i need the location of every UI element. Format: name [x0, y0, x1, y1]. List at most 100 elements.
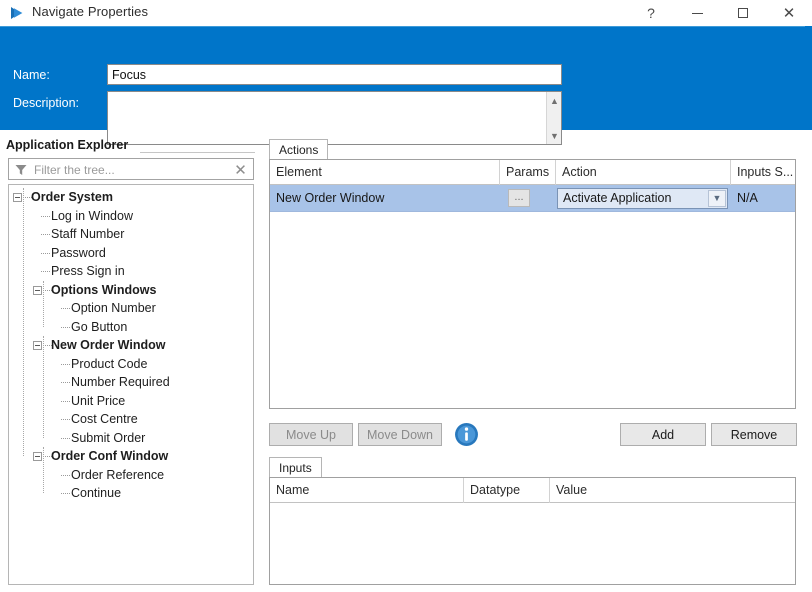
tree-item[interactable]: Order Reference: [9, 466, 253, 485]
tree-connector: [43, 336, 44, 438]
column-header[interactable]: Element: [270, 160, 500, 185]
navigate-properties-dialog: Navigate Properties ? ✕ Name: Descriptio…: [0, 0, 812, 592]
tree-connector: [43, 281, 44, 327]
actions-grid[interactable]: ElementParamsActionInputs S... New Order…: [269, 159, 796, 409]
tab-inputs[interactable]: Inputs: [269, 457, 322, 477]
description-field-wrapper: ▲ ▼: [107, 91, 562, 145]
tree-elbow: [61, 419, 70, 420]
tree-collapse-icon[interactable]: [33, 452, 42, 461]
tree-item[interactable]: Password: [9, 244, 253, 263]
maximize-button[interactable]: [720, 0, 766, 26]
tree-item[interactable]: Number Required: [9, 373, 253, 392]
scroll-down-icon[interactable]: ▼: [547, 128, 562, 143]
description-scrollbar[interactable]: ▲ ▼: [546, 92, 561, 144]
tree-item[interactable]: Options Windows: [9, 281, 253, 300]
column-header[interactable]: Inputs S...: [731, 160, 795, 185]
properties-header-band: Name: Description: ▲ ▼: [0, 26, 812, 130]
tree-item[interactable]: Go Button: [9, 318, 253, 337]
window-controls: ? ✕: [628, 0, 812, 26]
tree-item[interactable]: Unit Price: [9, 392, 253, 411]
column-header[interactable]: Action: [556, 160, 731, 185]
clear-filter-icon[interactable]: ✕: [232, 161, 249, 178]
tree-item[interactable]: Order System: [9, 188, 253, 207]
tree-elbow: [61, 364, 70, 365]
tree-item[interactable]: New Order Window: [9, 336, 253, 355]
tree-item-label: Cost Centre: [71, 412, 138, 426]
column-header[interactable]: Name: [270, 478, 464, 503]
tree-collapse-icon[interactable]: [33, 341, 42, 350]
tree-elbow: [61, 308, 70, 309]
column-header[interactable]: Value: [550, 478, 795, 503]
tree-connector: [23, 188, 24, 456]
application-explorer-title: Application Explorer: [6, 138, 128, 152]
action-dropdown-value: Activate Application: [563, 191, 671, 205]
tree-item-label: Order Reference: [71, 468, 164, 482]
tree-item-label: Log in Window: [51, 209, 133, 223]
tree-item-label: Submit Order: [71, 431, 145, 445]
tab-actions-label: Actions: [279, 143, 318, 157]
move-up-label: Move Up: [286, 428, 336, 442]
tree-item-label: Options Windows: [51, 283, 156, 297]
add-button[interactable]: Add: [620, 423, 706, 446]
action-dropdown[interactable]: Activate Application ▼: [557, 188, 728, 209]
description-input[interactable]: [108, 92, 546, 144]
tree-item[interactable]: Product Code: [9, 355, 253, 374]
title-bar: Navigate Properties ? ✕: [0, 0, 812, 26]
help-button[interactable]: ?: [628, 0, 674, 26]
move-up-button[interactable]: Move Up: [269, 423, 353, 446]
tree-item-label: Unit Price: [71, 394, 125, 408]
cell-inputs-summary: N/A: [731, 185, 795, 212]
tree-item-label: Staff Number: [51, 227, 124, 241]
add-label: Add: [652, 428, 674, 442]
tree-item[interactable]: Press Sign in: [9, 262, 253, 281]
tree-item-label: Number Required: [71, 375, 170, 389]
tree-elbow: [61, 327, 70, 328]
description-label: Description:: [13, 96, 79, 110]
chevron-down-icon[interactable]: ▼: [708, 190, 726, 207]
tree-elbow: [41, 271, 50, 272]
scroll-up-icon[interactable]: ▲: [547, 93, 562, 108]
actions-grid-body: New Order Window... Activate Application ▼…: [270, 185, 795, 212]
tree-collapse-icon[interactable]: [33, 286, 42, 295]
tree-elbow: [61, 382, 70, 383]
close-button[interactable]: ✕: [766, 0, 812, 26]
filter-input[interactable]: [32, 161, 222, 178]
close-icon: ✕: [783, 6, 796, 21]
tree-item[interactable]: Order Conf Window: [9, 447, 253, 466]
cell-element[interactable]: New Order Window: [270, 185, 500, 212]
tree-collapse-icon[interactable]: [13, 193, 22, 202]
column-header[interactable]: Datatype: [464, 478, 550, 503]
tree-item[interactable]: Continue: [9, 484, 253, 503]
explorer-title-rule: [140, 152, 255, 153]
table-row[interactable]: New Order Window... Activate Application ▼…: [270, 185, 795, 212]
column-header[interactable]: Params: [500, 160, 556, 185]
tree-connector: [43, 447, 44, 493]
tree-item[interactable]: Submit Order: [9, 429, 253, 448]
tree-item-label: Order Conf Window: [51, 449, 168, 463]
remove-button[interactable]: Remove: [711, 423, 797, 446]
minimize-button[interactable]: [674, 0, 720, 26]
tree-item[interactable]: Cost Centre: [9, 410, 253, 429]
move-down-button[interactable]: Move Down: [358, 423, 442, 446]
tree-item-label: Option Number: [71, 301, 156, 315]
application-tree[interactable]: Order System Log in Window Staff Number Pas…: [8, 184, 254, 585]
minimize-icon: [692, 13, 703, 14]
tree-item[interactable]: Option Number: [9, 299, 253, 318]
params-button[interactable]: ...: [508, 189, 530, 207]
tree-item[interactable]: Log in Window: [9, 207, 253, 226]
tree-elbow: [61, 493, 70, 494]
tab-actions[interactable]: Actions: [269, 139, 328, 159]
tree-item[interactable]: Staff Number: [9, 225, 253, 244]
tree-item-label: Password: [51, 246, 106, 260]
tree-filter-box[interactable]: ✕: [8, 158, 254, 180]
inputs-grid-header: NameDatatypeValue: [270, 478, 795, 503]
info-icon[interactable]: [454, 422, 479, 447]
inputs-grid[interactable]: NameDatatypeValue: [269, 477, 796, 585]
tree-item-label: Product Code: [71, 357, 147, 371]
name-input[interactable]: [107, 64, 562, 85]
remove-label: Remove: [731, 428, 778, 442]
tree-elbow: [61, 401, 70, 402]
tree-elbow: [61, 475, 70, 476]
tree-elbow: [41, 216, 50, 217]
tab-inputs-label: Inputs: [279, 461, 312, 475]
